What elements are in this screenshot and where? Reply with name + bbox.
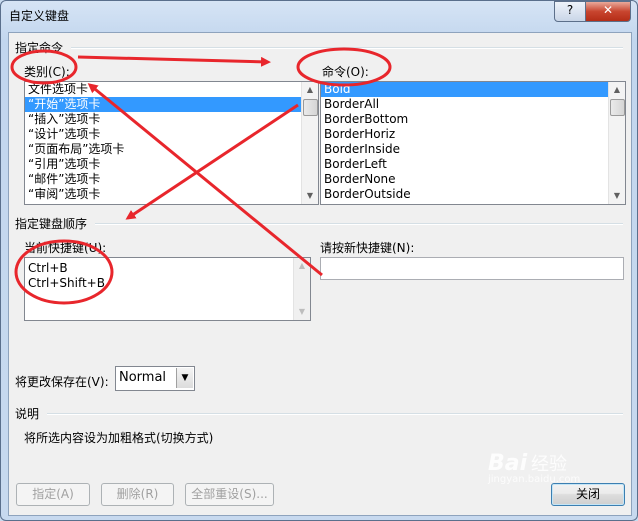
annotation-arrow [77,55,271,67]
annotation-circle [296,47,392,87]
watermark-suffix: 经验 [530,454,567,475]
annotation-overlay [10,47,392,305]
annotation-arrow [125,103,299,220]
annotation-circle [10,49,78,85]
annotation-circle [14,239,114,305]
baidu-watermark: Bai 经验 jingyan.baidu.com [488,450,628,494]
watermark-url: jingyan.baidu.com [488,474,581,485]
watermark-brand: Bai [488,451,528,476]
